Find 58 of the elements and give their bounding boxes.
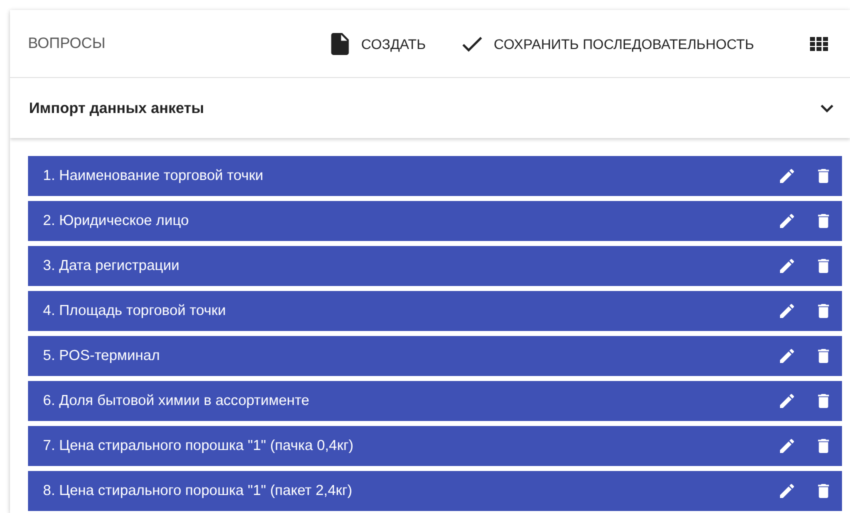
delete-button[interactable] <box>818 484 829 498</box>
question-label: 2. Юридическое лицо <box>43 213 190 229</box>
trash-icon <box>818 349 829 363</box>
question-row[interactable]: 7. Цена стирального порошка "1" (пачка 0,4кг) <box>28 426 842 466</box>
edit-button[interactable] <box>780 349 794 363</box>
pencil-icon <box>780 304 794 318</box>
question-row[interactable]: 3. Дата регистрации <box>28 246 842 286</box>
trash-icon <box>818 439 829 453</box>
question-row[interactable]: 6. Доля бытовой химии в ассортименте <box>28 381 842 421</box>
pencil-icon <box>780 484 794 498</box>
question-row[interactable]: 1. Наименование торговой точки <box>28 156 842 196</box>
delete-button[interactable] <box>818 304 829 318</box>
question-label: 1. Наименование торговой точки <box>43 168 264 184</box>
edit-button[interactable] <box>780 169 794 183</box>
edit-button[interactable] <box>780 484 794 498</box>
trash-icon <box>818 259 829 273</box>
pencil-icon <box>780 439 794 453</box>
delete-button[interactable] <box>818 169 829 183</box>
pencil-icon <box>780 349 794 363</box>
question-row[interactable]: 4. Площадь торговой точки <box>28 291 842 331</box>
delete-button[interactable] <box>818 439 829 453</box>
trash-icon <box>818 484 829 498</box>
trash-icon <box>818 394 829 408</box>
trash-icon <box>818 214 829 228</box>
file-icon <box>331 32 350 54</box>
edit-button[interactable] <box>780 394 794 408</box>
import-panel-title: Импорт данных анкеты <box>29 100 204 116</box>
delete-button[interactable] <box>818 214 829 228</box>
question-row[interactable]: 8. Цена стирального порошка "1" (пакет 2,4кг) <box>28 471 842 511</box>
delete-button[interactable] <box>818 394 829 408</box>
grid-icon <box>810 36 828 50</box>
question-row[interactable]: 2. Юридическое лицо <box>28 201 842 241</box>
toolbar-title: ВОПРОСЫ <box>28 35 106 52</box>
delete-button[interactable] <box>818 349 829 363</box>
pencil-icon <box>780 394 794 408</box>
grid-view-button[interactable] <box>810 36 828 50</box>
question-label: 6. Доля бытовой химии в ассортименте <box>43 393 310 409</box>
pencil-icon <box>780 169 794 183</box>
trash-icon <box>818 169 829 183</box>
question-label: 4. Площадь торговой точки <box>43 303 227 319</box>
pencil-icon <box>780 259 794 273</box>
question-label: 3. Дата регистрации <box>43 258 180 274</box>
question-label: 8. Цена стирального порошка "1" (пакет 2,4кг) <box>43 483 354 499</box>
save-order-button[interactable]: СОХРАНИТЬ ПОСЛЕДОВАТЕЛЬНОСТЬ <box>462 36 754 52</box>
question-row[interactable]: 5. POS-терминал <box>28 336 842 376</box>
chevron-icon <box>820 104 834 112</box>
check-icon <box>462 36 482 52</box>
trash-icon <box>818 304 829 318</box>
edit-button[interactable] <box>780 439 794 453</box>
delete-button[interactable] <box>818 259 829 273</box>
import-panel-header[interactable]: Импорт данных анкеты <box>10 78 850 138</box>
question-label: 5. POS-терминал <box>43 348 161 364</box>
question-label: 7. Цена стирального порошка "1" (пачка 0,4кг) <box>43 438 354 454</box>
edit-button[interactable] <box>780 259 794 273</box>
edit-button[interactable] <box>780 214 794 228</box>
pencil-icon <box>780 214 794 228</box>
edit-button[interactable] <box>780 304 794 318</box>
create-button[interactable]: СОЗДАТЬ <box>331 32 426 54</box>
